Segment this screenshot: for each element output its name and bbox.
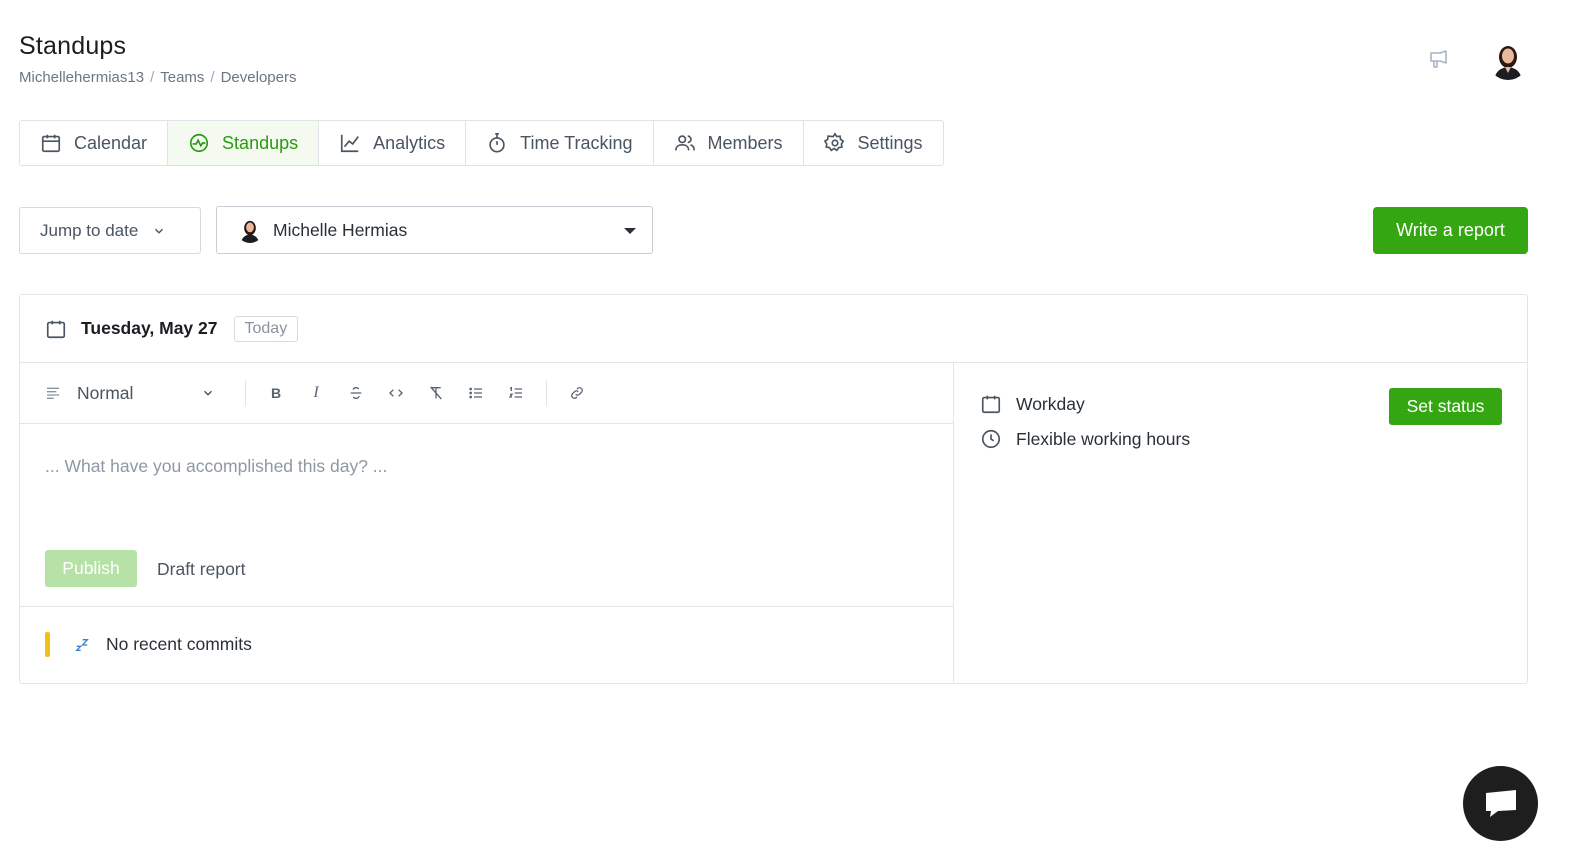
italic-icon: I	[313, 384, 319, 401]
breadcrumb-item-teams[interactable]: Teams	[160, 69, 204, 86]
chevron-down-icon	[155, 228, 164, 234]
chart-line-icon	[341, 134, 360, 153]
tab-label: Standups	[222, 132, 299, 153]
tab-time-tracking[interactable]: Time Tracking	[466, 121, 654, 165]
italic-button[interactable]: I	[296, 378, 336, 408]
breadcrumb-separator: /	[150, 69, 155, 86]
report-date: Tuesday, May 27	[81, 318, 218, 338]
report-text-area[interactable]: ... What have you accomplished this day?…	[45, 456, 387, 477]
breadcrumb-separator: /	[210, 69, 215, 86]
stopwatch-icon	[489, 133, 505, 153]
sleeping-icon	[75, 638, 89, 651]
bullet-list-icon	[469, 387, 482, 399]
numbered-list-icon	[508, 386, 522, 398]
tab-settings[interactable]: Settings	[804, 121, 943, 165]
user-select[interactable]: Michelle Hermias	[216, 206, 653, 254]
code-button[interactable]	[376, 378, 416, 408]
report-editor: Normal B I ... What have you accomplishe…	[20, 363, 954, 683]
caret-down-icon	[624, 228, 636, 234]
tab-bar: Calendar Standups Analytics Time Trackin…	[19, 120, 944, 166]
chat-button[interactable]	[1463, 766, 1538, 841]
tab-label: Analytics	[373, 132, 446, 153]
chevron-down-icon	[204, 390, 212, 396]
megaphone-icon[interactable]	[1427, 48, 1451, 72]
breadcrumb: Michellehermias13 / Teams / Developers	[19, 69, 296, 86]
tab-members[interactable]: Members	[654, 121, 804, 165]
no-commits-label: No recent commits	[106, 634, 252, 654]
toolbar-divider	[546, 380, 547, 406]
users-icon	[674, 135, 695, 151]
commits-section: No recent commits	[20, 607, 953, 682]
tab-label: Calendar	[74, 132, 148, 153]
clear-format-icon	[430, 386, 442, 400]
bold-icon: B	[270, 385, 282, 401]
calendar-icon	[981, 395, 1001, 414]
status-panel: Workday Flexible working hours Set statu…	[955, 363, 1527, 683]
report-card: Tuesday, May 27 Today Normal B I ... Wha…	[19, 294, 1528, 684]
working-hours-label: Flexible working hours	[1016, 428, 1191, 449]
jump-to-date-button[interactable]: Jump to date	[19, 207, 201, 254]
calendar-icon	[46, 320, 66, 338]
strikethrough-icon	[350, 386, 362, 400]
tab-label: Time Tracking	[520, 132, 633, 153]
text-format-value: Normal	[77, 382, 134, 403]
commit-status-bar	[45, 632, 50, 657]
avatar[interactable]	[1488, 40, 1528, 80]
tab-calendar[interactable]: Calendar	[20, 121, 169, 165]
selected-user-name: Michelle Hermias	[273, 219, 408, 240]
link-button[interactable]	[557, 378, 597, 408]
tab-label: Settings	[857, 132, 923, 153]
editor-body: ... What have you accomplished this day?…	[20, 424, 953, 607]
clock-icon	[981, 429, 1001, 449]
bullet-list-button[interactable]	[456, 378, 496, 408]
avatar	[237, 217, 263, 243]
standup-pulse-icon	[189, 133, 209, 153]
write-report-button[interactable]: Write a report	[1373, 207, 1528, 254]
editor-toolbar: Normal B I	[20, 363, 953, 424]
text-format-select[interactable]: Normal	[45, 383, 235, 404]
today-badge: Today	[233, 315, 299, 342]
publish-button[interactable]: Publish	[45, 550, 137, 587]
code-icon	[389, 389, 403, 397]
clear-format-button[interactable]	[416, 378, 456, 408]
tab-standups[interactable]: Standups	[168, 121, 320, 165]
page-title: Standups	[19, 32, 127, 60]
link-icon	[571, 387, 583, 399]
jump-to-date-label: Jump to date	[40, 220, 139, 240]
bold-button[interactable]: B	[256, 378, 296, 408]
paragraph-icon	[47, 387, 59, 399]
workday-row: Workday	[980, 393, 1085, 415]
working-hours-row: Flexible working hours	[980, 428, 1190, 450]
breadcrumb-item-developers[interactable]: Developers	[221, 69, 297, 86]
report-header: Tuesday, May 27 Today	[20, 295, 1527, 363]
numbered-list-button[interactable]	[496, 378, 536, 408]
chat-icon	[1485, 789, 1516, 817]
tab-label: Members	[707, 132, 783, 153]
day-type-label: Workday	[1016, 393, 1085, 414]
tab-analytics[interactable]: Analytics	[319, 121, 467, 165]
set-status-button[interactable]: Set status	[1389, 388, 1502, 425]
calendar-icon	[41, 134, 61, 153]
strikethrough-button[interactable]	[336, 378, 376, 408]
draft-report-button[interactable]: Draft report	[157, 559, 246, 580]
toolbar-divider	[245, 380, 246, 406]
breadcrumb-item-user[interactable]: Michellehermias13	[19, 69, 144, 86]
gear-icon	[823, 132, 844, 152]
